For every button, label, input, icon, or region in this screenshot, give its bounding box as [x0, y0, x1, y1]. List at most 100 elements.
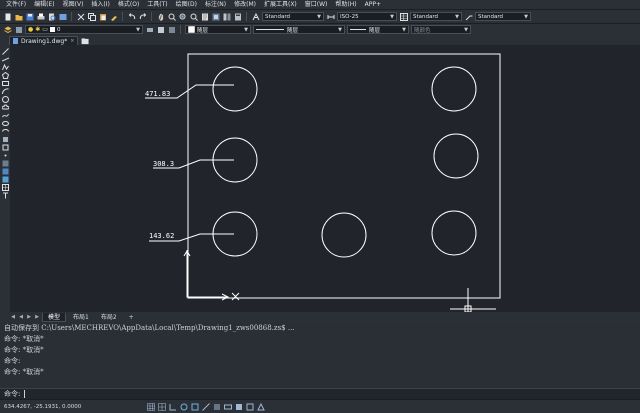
tool-palette-icon[interactable] — [222, 12, 231, 21]
line-icon[interactable] — [1, 48, 9, 55]
drawing-canvas[interactable]: 471.83 308.3 143.62 — [10, 45, 640, 312]
open-file-icon[interactable] — [14, 12, 23, 21]
circle-icon[interactable] — [1, 96, 9, 103]
save-icon[interactable] — [25, 12, 34, 21]
tab-layout1[interactable]: 布局1 — [68, 313, 94, 322]
lineweight-dropdown[interactable]: 随层 ▼ — [347, 25, 409, 34]
calculator-icon[interactable] — [233, 12, 242, 21]
dynamic-input-icon[interactable] — [223, 402, 232, 411]
make-current-layer-icon[interactable] — [145, 25, 154, 34]
mleader-style-icon[interactable] — [464, 12, 473, 21]
close-icon[interactable]: × — [70, 38, 74, 44]
polygon-icon[interactable] — [1, 72, 9, 79]
zoom-realtime-icon[interactable] — [167, 12, 176, 21]
zoom-window-icon[interactable] — [178, 12, 187, 21]
snap-toggle-icon[interactable] — [157, 402, 166, 411]
multiline-text-icon[interactable] — [1, 192, 9, 199]
cut-icon[interactable] — [76, 12, 85, 21]
layer-manager-icon[interactable] — [3, 25, 12, 34]
menu-tools[interactable]: 工具(T) — [143, 0, 171, 9]
pan-icon[interactable] — [156, 12, 165, 21]
dim-style-dropdown[interactable]: ISO-25 ▼ — [337, 12, 397, 21]
design-center-icon[interactable] — [211, 12, 220, 21]
ortho-toggle-icon[interactable] — [168, 402, 177, 411]
text-style-dropdown[interactable]: Standard ▼ — [262, 12, 324, 21]
command-history-line: 命令: *取消* — [4, 346, 44, 354]
spline-icon[interactable] — [1, 112, 9, 119]
lineweight-current: 随层 — [350, 26, 380, 34]
point-icon[interactable] — [1, 152, 9, 159]
table-style-dropdown[interactable]: Standard ▼ — [410, 12, 462, 21]
lineweight-sample — [350, 29, 366, 30]
color-dropdown[interactable]: 随层 ▼ — [185, 25, 251, 34]
properties-icon[interactable] — [200, 12, 209, 21]
layer-state-icon[interactable] — [14, 25, 23, 34]
osnap-toggle-icon[interactable] — [190, 402, 199, 411]
construction-line-icon[interactable] — [1, 56, 9, 63]
print-preview-icon[interactable] — [47, 12, 56, 21]
grid-toggle-icon[interactable] — [146, 402, 155, 411]
annotation-scale-icon[interactable] — [256, 402, 265, 411]
menu-file[interactable]: 文件(F) — [2, 0, 30, 9]
draw-toolbar — [0, 45, 10, 312]
text-style-icon[interactable] — [251, 12, 260, 21]
menu-draw[interactable]: 绘图(D) — [172, 0, 201, 9]
undo-icon[interactable] — [127, 12, 136, 21]
ellipse-arc-icon[interactable] — [1, 128, 9, 135]
polyline-icon[interactable] — [1, 64, 9, 71]
mleader-style-dropdown[interactable]: Standard ▼ — [475, 12, 531, 21]
plotstyle-dropdown[interactable]: 随颜色 ▼ — [411, 25, 471, 34]
first-tab-icon[interactable]: ◀ — [10, 314, 16, 320]
transparency-toggle-icon[interactable] — [234, 402, 243, 411]
rectangle-icon[interactable] — [1, 80, 9, 87]
add-layout-tab[interactable]: + — [124, 313, 139, 322]
menu-insert[interactable]: 插入(I) — [87, 0, 113, 9]
region-icon[interactable] — [1, 176, 9, 183]
paste-icon[interactable] — [98, 12, 107, 21]
command-history-line: 命令: *取消* — [4, 335, 44, 343]
publish-icon[interactable] — [58, 12, 67, 21]
zoom-previous-icon[interactable] — [189, 12, 198, 21]
gradient-icon[interactable] — [1, 168, 9, 175]
make-block-icon[interactable] — [1, 144, 9, 151]
menu-help[interactable]: 帮助(H) — [331, 0, 360, 9]
redo-icon[interactable] — [138, 12, 147, 21]
print-icon[interactable] — [36, 12, 45, 21]
menu-format[interactable]: 格式(O) — [114, 0, 143, 9]
menu-view[interactable]: 视图(V) — [59, 0, 88, 9]
table-icon[interactable] — [1, 184, 9, 191]
tab-model[interactable]: 模型 — [42, 312, 67, 322]
menu-dimension[interactable]: 标注(N) — [201, 0, 230, 9]
table-style-icon[interactable] — [399, 12, 408, 21]
menu-modify[interactable]: 修改(M) — [230, 0, 260, 9]
menu-extensions[interactable]: 扩展工具(X) — [260, 0, 301, 9]
next-tab-icon[interactable]: ▶ — [26, 314, 32, 320]
new-tab-icon[interactable] — [80, 37, 90, 45]
arc-icon[interactable] — [1, 88, 9, 95]
layer-previous-icon[interactable] — [156, 25, 165, 34]
menu-edit[interactable]: 编辑(E) — [30, 0, 58, 9]
linetype-dropdown[interactable]: 随层 ▼ — [253, 25, 345, 34]
selection-cycling-icon[interactable] — [245, 402, 254, 411]
menu-app-plus[interactable]: APP+ — [361, 0, 385, 9]
otrack-toggle-icon[interactable] — [201, 402, 210, 411]
copy-icon[interactable] — [87, 12, 96, 21]
revision-cloud-icon[interactable] — [1, 104, 9, 111]
ellipse-icon[interactable] — [1, 120, 9, 127]
tab-layout2[interactable]: 布局2 — [96, 313, 122, 322]
menu-window[interactable]: 窗口(W) — [301, 0, 332, 9]
layer-isolate-icon[interactable] — [167, 25, 176, 34]
new-file-icon[interactable] — [3, 12, 12, 21]
document-tab[interactable]: Drawing1.dwg* × — [9, 36, 79, 45]
polar-toggle-icon[interactable] — [179, 402, 188, 411]
prev-tab-icon[interactable]: ◀ — [18, 314, 24, 320]
layer-dropdown[interactable]: ● ✱ ▭ 0 ▼ — [25, 25, 143, 34]
dim-style-icon[interactable] — [326, 12, 335, 21]
lineweight-toggle-icon[interactable] — [212, 402, 221, 411]
hatch-icon[interactable] — [1, 160, 9, 167]
last-tab-icon[interactable]: ▶ — [34, 314, 40, 320]
match-properties-icon[interactable] — [109, 12, 118, 21]
command-input[interactable]: 命令: — [0, 388, 640, 399]
insert-block-icon[interactable] — [1, 136, 9, 143]
document-tab-bar: Drawing1.dwg* × — [0, 35, 640, 45]
